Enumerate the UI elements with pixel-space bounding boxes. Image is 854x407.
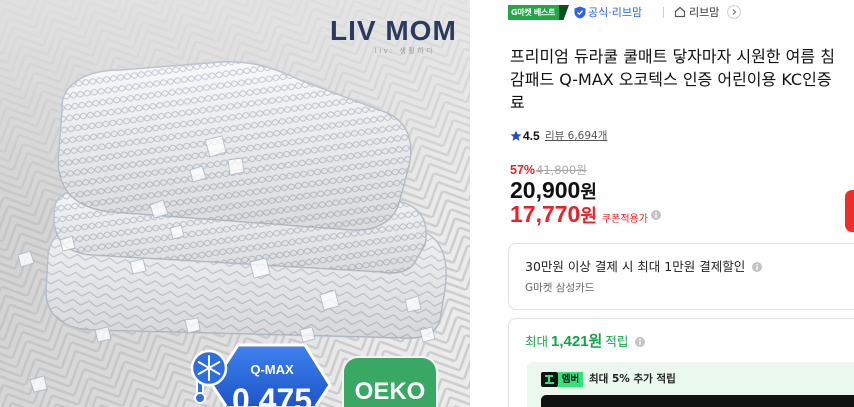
seller-divider (663, 7, 664, 18)
qmax-badge-label: Q-MAX (250, 362, 294, 377)
discount-row: 57% 41,800원 (510, 162, 710, 178)
review-count-link[interactable]: 리뷰 6,694개 (545, 129, 607, 143)
card-name: G마켓 삼성카드 (525, 282, 595, 294)
coupon-price-label: 쿠폰적용가 (601, 214, 648, 225)
shield-check-icon (574, 6, 586, 19)
product-image: LIV MOM liv: 생활하다 Q-MAX 0.475 OEKO (0, 0, 470, 407)
official-store-link[interactable]: 공식·리브맘 (588, 5, 658, 20)
rating-row: 4.5 리뷰 6,694개 (510, 129, 710, 143)
sale-price: 20,900 원 (510, 177, 710, 203)
sale-price-amount: 20,900 (510, 177, 581, 203)
points-headline: 최대 1,421원 적립 (525, 332, 646, 352)
coupon-price-unit: 원 (580, 206, 597, 227)
points-box: 최대 1,421원 적립 멤버 최대 5% 추가 적립 (508, 318, 854, 407)
card-discount-box: 30만원 이상 결제 시 최대 1만원 결제할인 G마켓 삼성카드 (508, 243, 854, 310)
info-icon[interactable] (752, 261, 763, 272)
card-discount-headline: 30만원 이상 결제 시 최대 1만원 결제할인 (525, 259, 746, 274)
house-icon (674, 6, 686, 18)
oeko-tex-badge: OEKO (342, 356, 438, 407)
product-title-line: 감패드 Q-MAX 오코텍스 인증 어린이용 KC인증 (510, 70, 832, 89)
smile-club-logo-icon (541, 372, 558, 387)
coupon-price-amount: 17,770 (510, 201, 581, 227)
member-benefit-panel: 멤버 최대 5% 추가 적립 (527, 362, 854, 407)
card-discount-headline-row: 30만원 이상 결제 시 최대 1만원 결제할인 (525, 258, 763, 275)
member-extra-points: 최대 5% 추가 적립 (589, 373, 676, 385)
product-title-line: 프리미엄 듀라쿨 쿨매트 닿자마자 시원한 여름 침 (510, 47, 835, 66)
original-price: 41,800원 (536, 163, 587, 177)
points-suffix: 적립 (605, 334, 629, 349)
rating-score: 4.5 (523, 129, 540, 143)
brand-tagline: liv: 생활하다 (374, 47, 436, 55)
info-icon[interactable] (650, 210, 661, 220)
points-prefix: 최대 (525, 334, 549, 349)
side-action-button[interactable] (845, 190, 854, 232)
oeko-badge-label: OEKO (354, 378, 426, 405)
store-name-link[interactable]: 리브맘 (689, 5, 725, 20)
brand-logo: LIV MOM (330, 15, 456, 46)
qmax-badge-value: 0.475 (231, 383, 313, 407)
info-icon[interactable] (635, 337, 646, 347)
product-title: 프리미엄 듀라쿨 쿨매트 닿자마자 시원한 여름 침 감패드 Q-MAX 오코텍… (510, 45, 854, 115)
member-signup-button[interactable] (541, 395, 854, 407)
chevron-right-circle-icon[interactable] (727, 5, 741, 19)
best-badge-ribbon (559, 5, 569, 20)
discount-rate: 57% (510, 163, 536, 177)
star-icon (510, 130, 522, 141)
member-badge: 멤버 (558, 372, 583, 387)
product-info-panel: G마켓 베스트 공식·리브맘 리브맘 프리미엄 듀라쿨 쿨매트 닿자마자 시원한… (508, 0, 854, 407)
gmarket-best-badge: G마켓 베스트 (508, 5, 560, 20)
product-photo-scene (0, 0, 470, 407)
points-amount: 1,421원 (551, 333, 603, 350)
coupon-price: 17,770 원 쿠폰적용가 (510, 201, 770, 229)
product-title-line: 료 (510, 93, 525, 112)
